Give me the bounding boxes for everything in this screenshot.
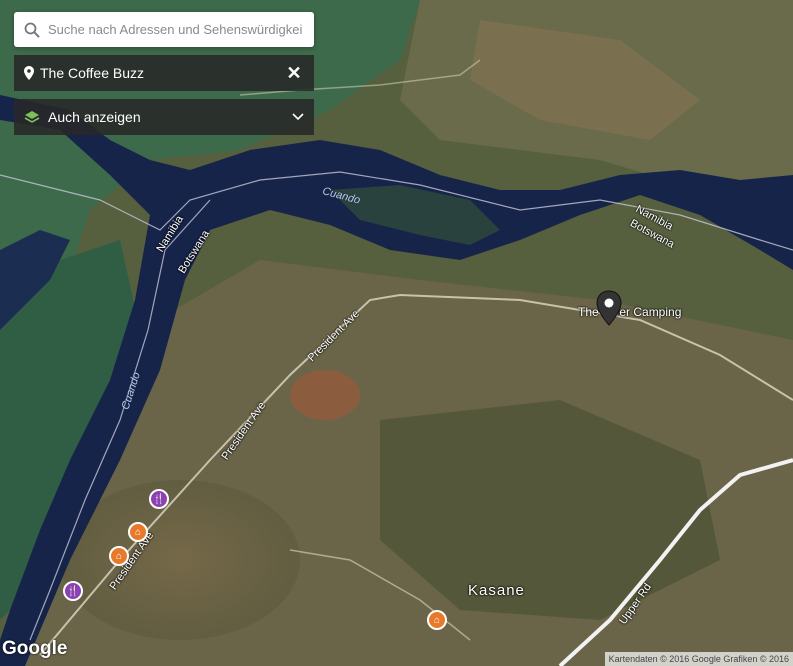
selected-place-name: The Coffee Buzz <box>40 65 145 81</box>
lodging-marker[interactable]: ⌂ <box>427 610 447 630</box>
layers-label: Auch anzeigen <box>48 109 141 125</box>
fork-knife-icon: 🍴 <box>152 493 166 505</box>
search-icon <box>24 22 40 37</box>
lodging-marker[interactable]: ⌂ <box>109 546 129 566</box>
restaurant-marker[interactable]: 🍴 <box>149 489 169 509</box>
map-attribution[interactable]: Kartendaten © 2016 Google Grafiken © 201… <box>604 652 793 666</box>
selected-place-pin-icon[interactable] <box>596 290 622 326</box>
lodging-marker[interactable]: ⌂ <box>128 522 148 542</box>
map-marker-icon <box>24 66 34 80</box>
lodging-icon: ⌂ <box>433 614 441 626</box>
chevron-down-icon <box>292 113 304 121</box>
poi-label-river-camping[interactable]: The River Camping <box>578 305 681 319</box>
layers-icon <box>24 111 40 123</box>
lodging-icon: ⌂ <box>134 526 142 538</box>
layers-dropdown[interactable]: Auch anzeigen <box>14 99 314 135</box>
restaurant-marker[interactable]: 🍴 <box>63 581 83 601</box>
town-label-kasane: Kasane <box>468 582 525 599</box>
search-box[interactable] <box>14 12 314 47</box>
selected-place-bar: The Coffee Buzz ✕ <box>14 55 314 91</box>
google-logo[interactable]: Google <box>2 638 67 660</box>
fork-knife-icon: 🍴 <box>66 585 80 597</box>
search-input[interactable] <box>46 21 304 38</box>
lodging-icon: ⌂ <box>115 550 123 562</box>
close-icon[interactable]: ✕ <box>284 64 304 82</box>
